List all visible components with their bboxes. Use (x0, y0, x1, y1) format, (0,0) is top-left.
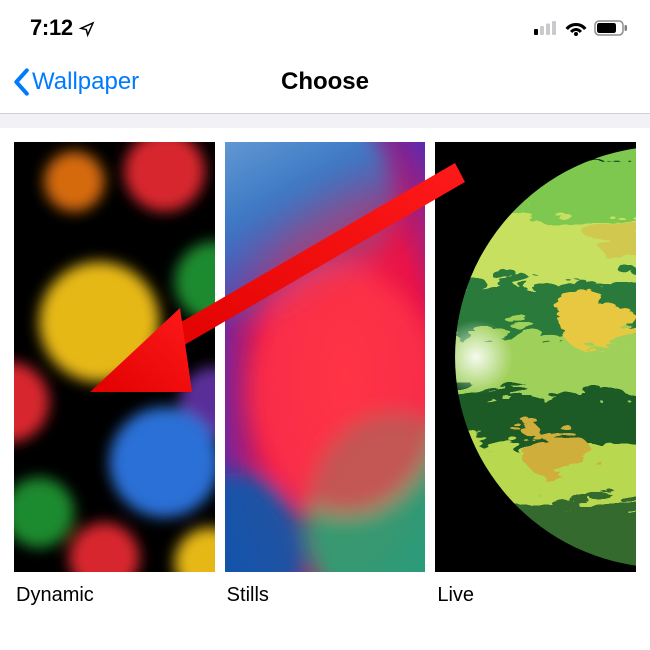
chevron-left-icon (12, 68, 30, 96)
wifi-icon (565, 20, 587, 36)
back-button[interactable]: Wallpaper (0, 68, 139, 96)
category-dynamic[interactable]: Dynamic (14, 142, 215, 635)
content: Dynamic (0, 114, 650, 635)
dynamic-thumbnail (14, 142, 215, 572)
status-time: 7:12 (30, 15, 73, 41)
live-thumbnail (435, 142, 636, 572)
category-label: Stills (225, 572, 426, 635)
category-stills[interactable]: Stills (225, 142, 426, 635)
status-bar: 7:12 (0, 0, 650, 50)
cell-signal-icon (534, 21, 558, 35)
status-right (534, 20, 628, 36)
category-live[interactable]: Live (435, 142, 636, 635)
page-title: Choose (281, 68, 369, 96)
back-label: Wallpaper (32, 68, 139, 96)
wallpaper-category-grid: Dynamic (0, 128, 650, 635)
nav-bar: Wallpaper Choose (0, 50, 650, 114)
location-icon (79, 21, 95, 37)
category-label: Live (435, 572, 636, 635)
stills-thumbnail (225, 142, 426, 572)
status-left: 7:12 (30, 15, 95, 41)
battery-icon (594, 20, 628, 36)
category-label: Dynamic (14, 572, 215, 635)
